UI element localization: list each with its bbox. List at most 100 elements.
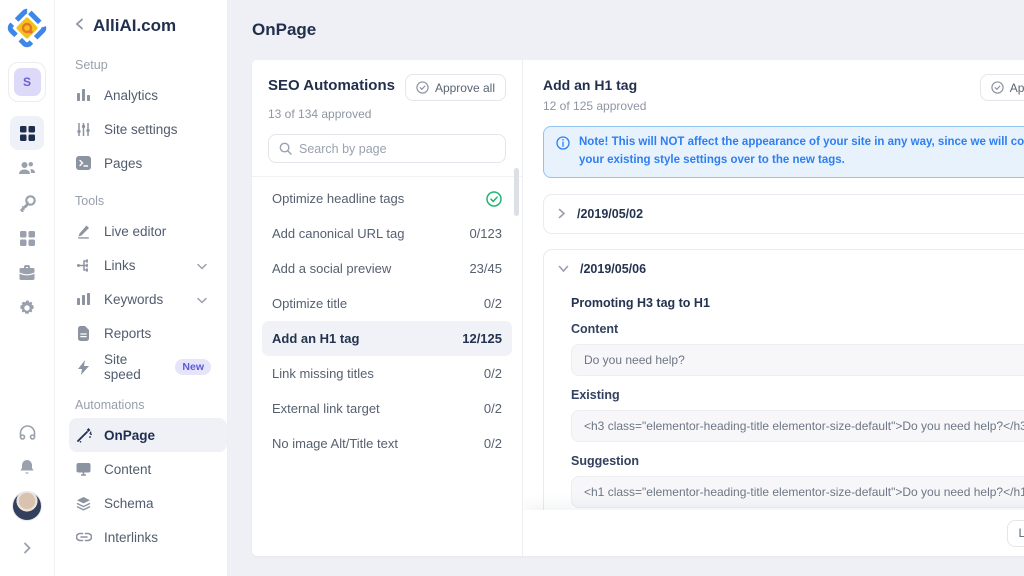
automation-row-no-image-alt-title-text[interactable]: No image Alt/Title text 0/2	[262, 426, 512, 461]
layers-icon	[75, 496, 92, 511]
site-initial: S	[13, 68, 41, 96]
sidebar-item-label: Site speed	[104, 352, 141, 382]
automation-list: Optimize headline tags Add canonical URL…	[262, 181, 512, 461]
site-name: AlliAI.com	[93, 16, 177, 35]
sidebar-item-label: Interlinks	[104, 529, 159, 545]
detail-approved-summary: 12 of 125 approved	[543, 99, 647, 113]
automation-label: Add an H1 tag	[272, 331, 360, 346]
info-circle-icon	[556, 136, 570, 150]
site-back-header[interactable]: AlliAI.com	[75, 16, 217, 36]
detail-footer: Load more	[523, 510, 1024, 556]
automation-detail-panel: Add an H1 tag 12 of 125 approved Approve…	[523, 60, 1024, 556]
automations-panel-title: SEO Automations	[268, 77, 395, 94]
bar-chart-icon	[75, 88, 92, 102]
page-row-2019-05-02[interactable]: /2019/05/02	[544, 195, 1024, 233]
approved-summary: 13 of 134 approved	[268, 107, 372, 121]
alli-ai-logo-icon[interactable]	[7, 8, 47, 48]
automation-row-optimize-headline-tags[interactable]: Optimize headline tags	[262, 181, 512, 216]
existing-code-field: <h3 class="elementor-heading-title eleme…	[571, 409, 1024, 442]
load-more-button[interactable]: Load more	[1007, 519, 1024, 547]
automation-row-external-link-target[interactable]: External link target 0/2	[262, 391, 512, 426]
key-icon[interactable]	[10, 186, 44, 220]
sidebar-item-label: Links	[104, 257, 136, 273]
automation-count: 23/45	[469, 261, 502, 276]
sidebar-item-live-editor[interactable]: Live editor	[69, 214, 217, 248]
page-path: /2019/05/02	[577, 206, 644, 221]
search-input[interactable]	[299, 141, 495, 156]
automation-row-add-canonical-url-tag[interactable]: Add canonical URL tag 0/123	[262, 216, 512, 251]
search-box[interactable]	[268, 134, 506, 163]
page-cards: /2019/05/02 /2019/05/06 Promoting H3 tag	[543, 193, 1024, 556]
bar-chart-icon	[75, 292, 92, 306]
approve-all-button[interactable]: Approve all	[404, 74, 506, 101]
magic-wand-icon	[75, 427, 92, 443]
sidebar-item-onpage[interactable]: OnPage	[69, 418, 227, 452]
approve-all-label: Approve all	[434, 80, 495, 95]
approved-check-icon	[486, 190, 502, 207]
users-icon[interactable]	[10, 151, 44, 185]
suggestion-label: Suggestion	[571, 453, 640, 468]
sidebar-item-label: Reports	[104, 325, 152, 341]
site-switcher-tile[interactable]: S	[8, 62, 46, 102]
app-root: S AlliAI.com Setup Analytics Site settin…	[0, 0, 1024, 576]
dashboard-grid-icon[interactable]	[10, 116, 44, 150]
gear-icon[interactable]	[10, 291, 44, 325]
sidebar-item-content[interactable]: Content	[69, 452, 217, 486]
chevron-down-icon[interactable]	[197, 292, 211, 307]
sidebar-item-analytics[interactable]: Analytics	[69, 78, 217, 112]
sidebar-item-reports[interactable]: Reports	[69, 316, 217, 350]
page-row-2019-05-06[interactable]: /2019/05/06	[544, 250, 1024, 288]
automation-count: 0/2	[483, 296, 502, 311]
automation-label: Add a social preview	[272, 261, 392, 276]
automation-count: 0/2	[483, 401, 502, 416]
sidebar-item-interlinks[interactable]: Interlinks	[69, 520, 217, 554]
collapse-chevron-right-icon[interactable]	[10, 531, 44, 565]
section-label-automations: Automations	[75, 398, 145, 412]
automation-row-add-a-social-preview[interactable]: Add a social preview 23/45	[262, 251, 512, 286]
page-path: /2019/05/06	[580, 261, 647, 276]
automation-label: Optimize headline tags	[272, 191, 405, 206]
change-title: Promoting H3 tag to H1	[571, 295, 710, 310]
chevron-down-icon[interactable]	[558, 265, 569, 273]
sidebar-item-label: Live editor	[104, 223, 167, 239]
document-icon	[75, 325, 92, 341]
automation-row-optimize-title[interactable]: Optimize title 0/2	[262, 286, 512, 321]
automation-count: 0/2	[483, 366, 502, 381]
automation-label: No image Alt/Title text	[272, 436, 398, 451]
existing-label: Existing	[571, 387, 620, 402]
pencil-icon	[75, 224, 92, 239]
sidebar-item-keywords[interactable]: Keywords	[69, 282, 217, 316]
page-title: OnPage	[252, 20, 317, 39]
sidebar-item-links[interactable]: Links	[69, 248, 217, 282]
automation-row-add-an-h1-tag[interactable]: Add an H1 tag 12/125	[262, 321, 512, 356]
content-field[interactable]: Do you need help?	[571, 343, 1024, 376]
check-circle-icon	[991, 81, 1004, 94]
lightning-icon	[75, 359, 92, 375]
suggestion-code-field[interactable]: <h1 class="elementor-heading-title eleme…	[571, 475, 1024, 508]
automation-label: Add canonical URL tag	[272, 226, 405, 241]
scrollbar-thumb[interactable]	[514, 168, 519, 216]
page-card: /2019/05/02	[543, 193, 1024, 234]
headphones-support-icon[interactable]	[10, 415, 44, 449]
detail-approve-all-button[interactable]: Approve all	[979, 74, 1024, 101]
chevron-down-icon[interactable]	[197, 258, 211, 273]
user-avatar[interactable]	[12, 491, 42, 521]
sidebar-item-pages[interactable]: Pages	[69, 146, 217, 180]
sidebar-item-label: Schema	[104, 495, 154, 511]
sidebar-item-site-settings[interactable]: Site settings	[69, 112, 217, 146]
apps-grid-icon[interactable]	[10, 221, 44, 255]
sidebar-item-site-speed[interactable]: Site speed New	[69, 350, 217, 384]
page-card-expanded: /2019/05/06 Promoting H3 tag to H1 Conte…	[543, 248, 1024, 525]
chevron-right-icon[interactable]	[558, 208, 566, 219]
detail-panel-title: Add an H1 tag	[543, 77, 638, 93]
link-icon	[75, 532, 92, 542]
automation-row-link-missing-titles[interactable]: Link missing titles 0/2	[262, 356, 512, 391]
sidebar-item-label: Analytics	[104, 87, 159, 103]
briefcase-icon[interactable]	[10, 256, 44, 290]
sidebar-item-label: Pages	[104, 155, 143, 171]
automations-list-panel: SEO Automations Approve all 13 of 134 ap…	[252, 60, 523, 556]
sidebar-item-schema[interactable]: Schema	[69, 486, 217, 520]
search-icon	[279, 142, 292, 155]
bell-notifications-icon[interactable]	[10, 450, 44, 484]
automation-label: Link missing titles	[272, 366, 374, 381]
